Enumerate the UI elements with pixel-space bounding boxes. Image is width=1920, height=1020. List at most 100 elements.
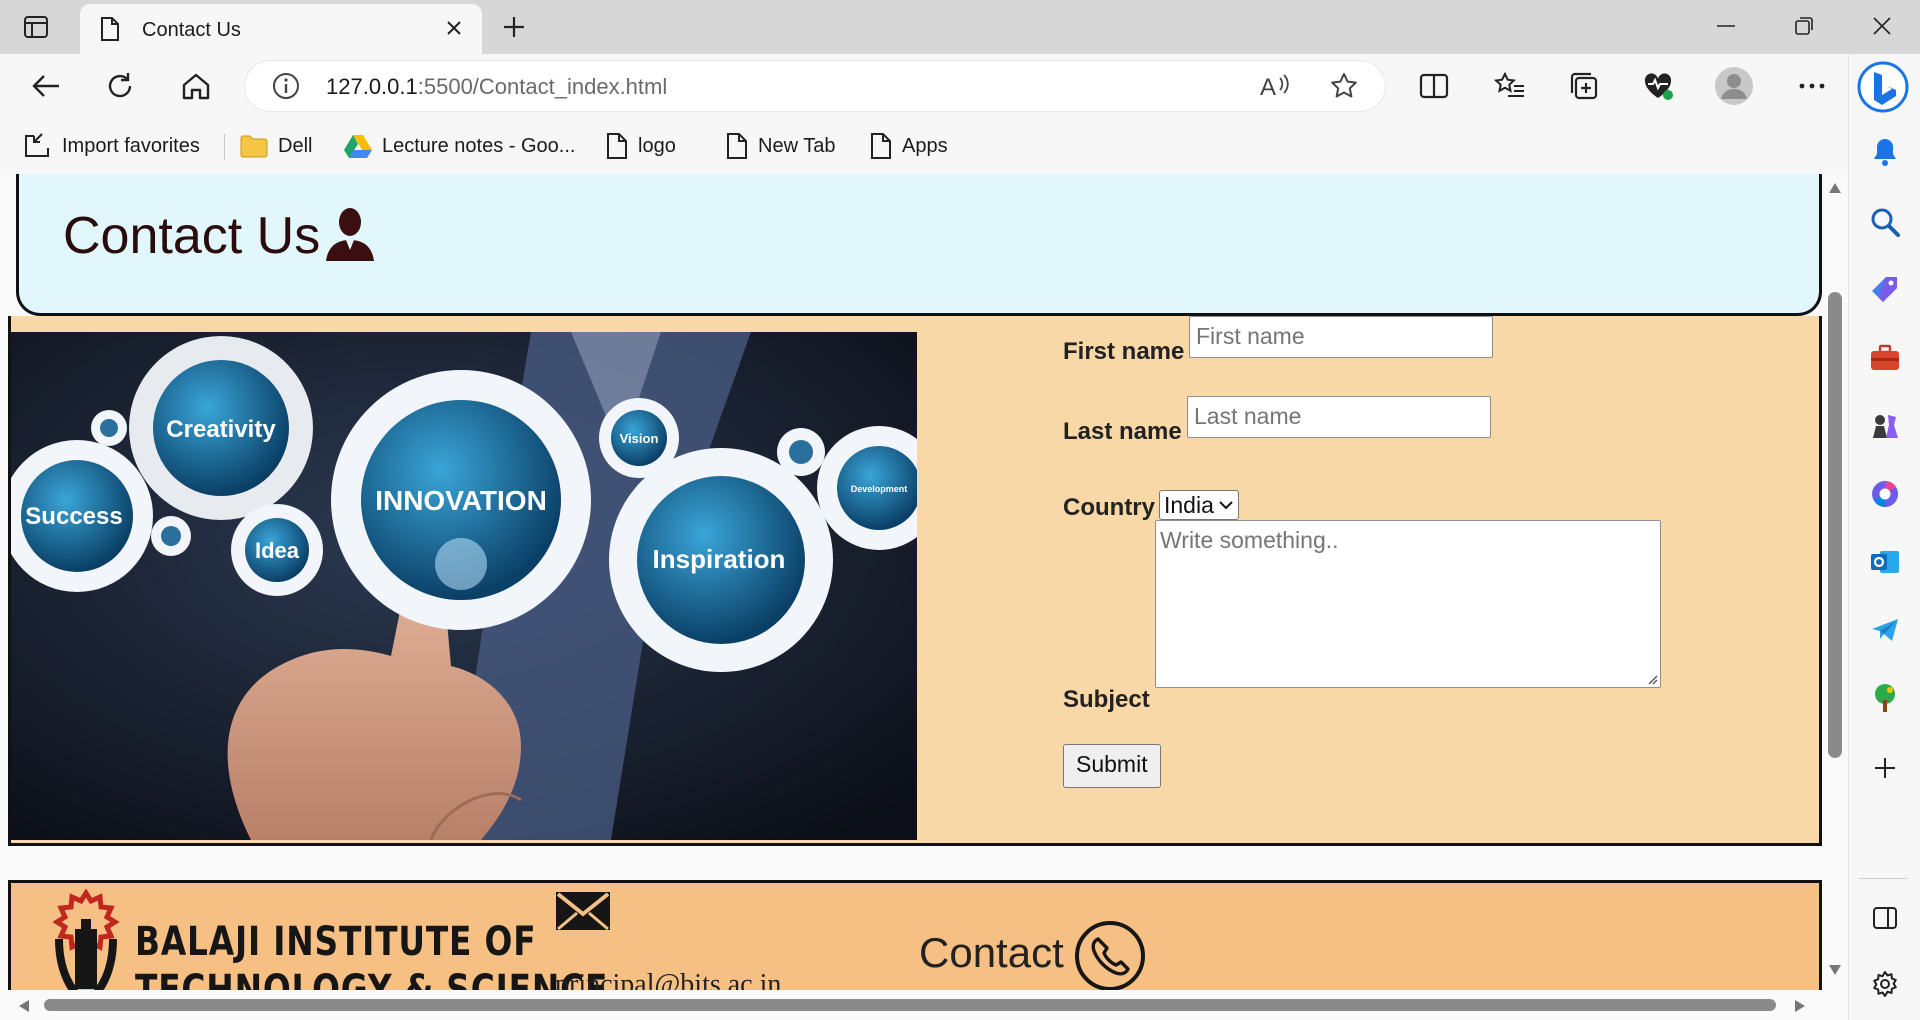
contact-form: First name First name Last name Last nam… <box>1063 316 1763 836</box>
first-name-label: First name <box>1063 338 1185 365</box>
first-name-input[interactable]: First name <box>1189 316 1493 358</box>
favorite-lecture-notes[interactable]: Lecture notes - Goo... <box>344 128 575 164</box>
address-bar[interactable]: 127.0.0.1:5500/Contact_index.html A <box>244 60 1386 112</box>
split-screen-icon[interactable] <box>1414 66 1454 106</box>
minimize-button[interactable] <box>1706 10 1746 42</box>
navigation-toolbar: 127.0.0.1:5500/Contact_index.html A <box>0 54 1920 118</box>
close-icon[interactable] <box>442 16 466 40</box>
page-icon <box>607 133 627 159</box>
phone-icon[interactable] <box>1073 919 1147 993</box>
star-icon[interactable] <box>1330 72 1358 105</box>
url-host: 127.0.0.1 <box>326 74 418 99</box>
tab-actions-menu-icon[interactable] <box>22 14 50 40</box>
copilot-button[interactable] <box>1856 60 1910 114</box>
import-icon <box>25 133 49 157</box>
telegram-send-icon[interactable] <box>1865 610 1905 650</box>
country-selected-value: India <box>1164 491 1214 518</box>
horizontal-scrollbar-thumb[interactable] <box>44 999 1776 1011</box>
tab-contact-us[interactable]: Contact Us <box>80 4 482 54</box>
browser-essentials-icon[interactable] <box>1638 66 1678 106</box>
gear-label-development: Development <box>851 484 908 494</box>
back-button[interactable] <box>26 66 66 106</box>
new-tab-button[interactable] <box>496 12 532 42</box>
subject-label: Subject <box>1063 686 1150 713</box>
search-icon[interactable] <box>1865 202 1905 242</box>
sidebar-divider <box>1859 878 1907 879</box>
tree-icon[interactable] <box>1865 678 1905 718</box>
url-text[interactable]: 127.0.0.1:5500/Contact_index.html <box>326 74 667 100</box>
restore-button[interactable] <box>1784 10 1824 42</box>
favorite-dell[interactable]: Dell <box>240 128 312 164</box>
favorites-icon[interactable] <box>1490 66 1530 106</box>
sidebar-toggle-icon[interactable] <box>1865 898 1905 938</box>
favorite-label: Import favorites <box>62 134 200 157</box>
tab-title: Contact Us <box>142 19 241 41</box>
info-icon[interactable] <box>272 72 300 105</box>
favorite-label: New Tab <box>758 134 836 157</box>
institute-name-line1: BALAJI INSTITUTE OF <box>135 919 537 965</box>
favorites-bar: Import favorites Dell Lecture notes - Go… <box>0 118 1856 174</box>
favorite-apps[interactable]: Apps <box>870 128 948 164</box>
edge-sidebar <box>1848 54 1920 1020</box>
url-path: :5500/Contact_index.html <box>417 74 668 99</box>
country-label: Country <box>1063 494 1155 521</box>
gear-label-innovation: INNOVATION <box>375 485 547 516</box>
home-button[interactable] <box>176 66 216 106</box>
resize-grip-icon[interactable] <box>1646 673 1658 685</box>
more-options-icon[interactable] <box>1792 66 1832 106</box>
favorite-new-tab[interactable]: New Tab <box>726 128 835 164</box>
page-title: Contact Us <box>63 206 378 266</box>
scroll-up-arrow-icon[interactable] <box>1828 182 1842 194</box>
scroll-right-arrow-icon[interactable] <box>1794 999 1806 1013</box>
favorite-label: logo <box>638 134 676 157</box>
page-header: Contact Us <box>16 174 1822 316</box>
gear-label-creativity: Creativity <box>166 416 276 443</box>
refresh-button[interactable] <box>100 66 140 106</box>
contact-heading: Contact <box>919 929 1064 976</box>
horizontal-scrollbar[interactable] <box>0 990 1822 1020</box>
svg-text:A: A <box>1260 74 1276 100</box>
page-icon <box>100 17 120 46</box>
innovation-hero-image: Creativity Success Idea INNOVATION Visio… <box>11 332 917 840</box>
close-window-button[interactable] <box>1862 10 1902 42</box>
subject-placeholder: Write something.. <box>1160 527 1339 553</box>
collections-icon[interactable] <box>1564 66 1604 106</box>
shopping-tag-icon[interactable] <box>1865 270 1905 310</box>
vertical-scrollbar[interactable] <box>1822 174 1848 998</box>
gear-label-success: Success <box>25 503 122 530</box>
google-drive-icon <box>344 135 372 158</box>
scroll-left-arrow-icon[interactable] <box>18 999 30 1013</box>
page-title-text: Contact Us <box>63 207 321 265</box>
person-icon <box>326 208 375 261</box>
folder-icon <box>240 135 268 158</box>
country-select[interactable]: India <box>1159 490 1239 520</box>
page-icon <box>871 133 891 159</box>
favorite-import[interactable]: Import favorites <box>22 128 200 164</box>
games-icon[interactable] <box>1865 406 1905 446</box>
subject-textarea[interactable]: Write something.. <box>1155 520 1661 688</box>
add-icon[interactable] <box>1865 748 1905 788</box>
profile-avatar[interactable] <box>1714 66 1754 106</box>
favorite-label: Dell <box>278 134 313 157</box>
last-name-input[interactable]: Last name <box>1187 396 1491 438</box>
favorite-label: Apps <box>902 134 948 157</box>
gear-label-idea: Idea <box>255 538 300 563</box>
microsoft-365-icon[interactable] <box>1865 474 1905 514</box>
favorite-logo[interactable]: logo <box>606 128 676 164</box>
gear-label-vision: Vision <box>620 431 659 446</box>
tools-icon[interactable] <box>1865 338 1905 378</box>
page-icon <box>727 133 747 159</box>
scroll-down-arrow-icon[interactable] <box>1828 964 1842 976</box>
tab-bar: Contact Us <box>0 0 1920 54</box>
contact-section: Creativity Success Idea INNOVATION Visio… <box>8 316 1822 846</box>
submit-button[interactable]: Submit <box>1063 744 1161 788</box>
vertical-scrollbar-thumb[interactable] <box>1828 292 1842 758</box>
outlook-icon[interactable] <box>1865 542 1905 582</box>
favorite-label: Lecture notes - Goo... <box>382 134 576 157</box>
last-name-label: Last name <box>1063 418 1182 445</box>
chevron-down-icon <box>1219 501 1233 510</box>
settings-icon[interactable] <box>1865 964 1905 1004</box>
bell-icon[interactable] <box>1865 132 1905 172</box>
read-aloud-icon[interactable]: A <box>1258 72 1290 105</box>
favorites-separator <box>224 134 225 160</box>
